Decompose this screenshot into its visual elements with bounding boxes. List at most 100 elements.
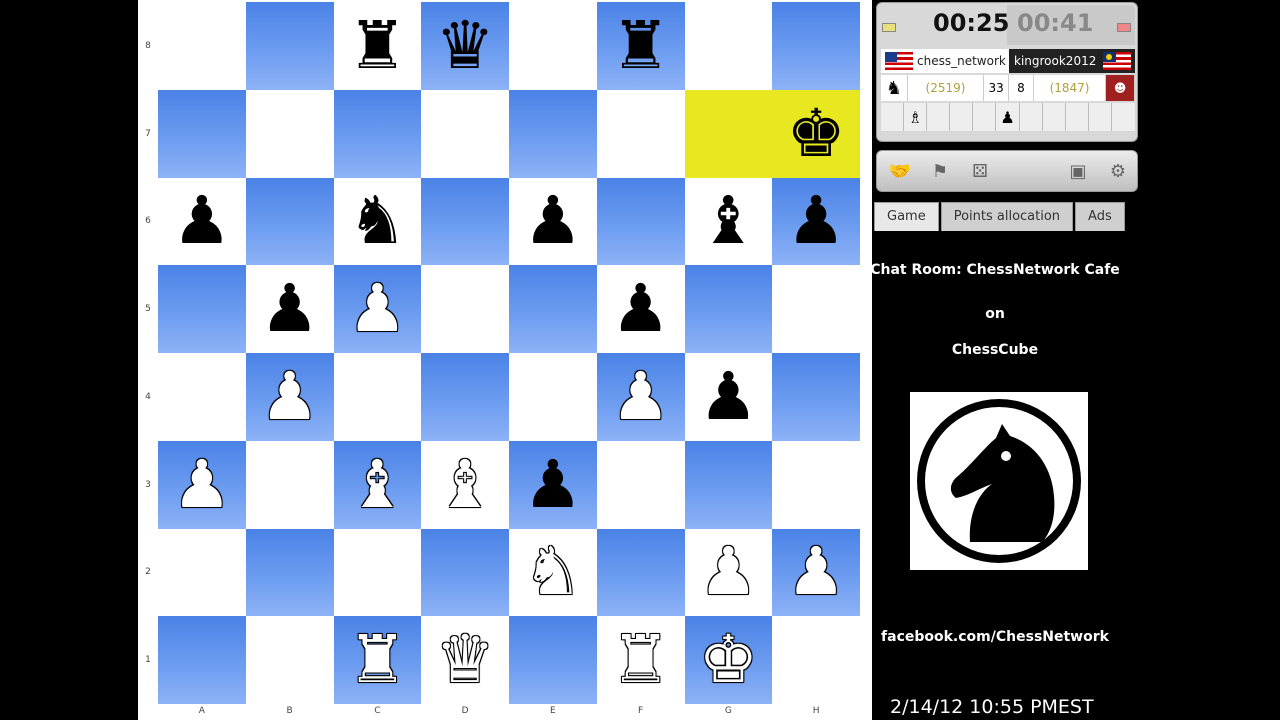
square-h6[interactable]: ♟ <box>772 177 860 266</box>
tab-ads[interactable]: Ads <box>1075 202 1125 231</box>
white-king-icon[interactable]: ♚ <box>699 627 758 693</box>
square-d6[interactable] <box>421 177 509 266</box>
square-c3[interactable]: ♝ <box>333 440 422 529</box>
square-g4[interactable]: ♟ <box>684 353 773 441</box>
square-a2[interactable] <box>158 528 246 617</box>
white-bishop-icon[interactable]: ♝ <box>436 451 495 518</box>
square-a6[interactable]: ♟ <box>158 177 246 266</box>
white-pawn-icon[interactable]: ♟ <box>348 276 407 342</box>
square-a1[interactable] <box>158 616 246 704</box>
square-g6[interactable]: ♝ <box>684 177 773 266</box>
square-h2[interactable]: ♟ <box>772 528 860 617</box>
black-pawn-icon[interactable]: ♟ <box>172 188 231 254</box>
square-e2[interactable]: ♞ <box>509 528 597 617</box>
square-e4[interactable] <box>509 353 597 441</box>
square-c1[interactable]: ♜ <box>333 616 422 704</box>
square-f4[interactable]: ♟ <box>596 353 685 441</box>
square-g2[interactable]: ♟ <box>684 528 773 617</box>
square-b7[interactable] <box>245 89 334 178</box>
square-b5[interactable]: ♟ <box>245 265 334 353</box>
black-king-icon[interactable]: ♚ <box>787 100 846 167</box>
black-pawn-icon[interactable]: ♟ <box>699 363 758 430</box>
square-g3[interactable] <box>684 440 773 529</box>
square-g1[interactable]: ♚ <box>684 616 773 704</box>
square-d1[interactable]: ♛ <box>421 616 509 704</box>
square-c7[interactable] <box>333 89 422 178</box>
square-a3[interactable]: ♟ <box>158 440 246 529</box>
square-d7[interactable] <box>421 89 509 178</box>
square-g5[interactable] <box>684 265 773 353</box>
white-rook-icon[interactable]: ♜ <box>348 627 407 693</box>
white-pawn-icon[interactable]: ♟ <box>260 363 319 430</box>
black-pawn-icon[interactable]: ♟ <box>787 188 846 254</box>
save-icon[interactable]: ▣ <box>1063 157 1093 185</box>
square-d4[interactable] <box>421 353 509 441</box>
square-e7[interactable] <box>509 89 597 178</box>
facebook-link[interactable]: facebook.com/ChessNetwork <box>870 629 1120 645</box>
resign-flag-icon[interactable]: ⚑ <box>925 157 955 185</box>
square-d5[interactable] <box>421 265 509 353</box>
square-c4[interactable] <box>333 353 422 441</box>
square-h3[interactable] <box>772 440 860 529</box>
square-g7[interactable] <box>684 89 773 178</box>
square-c6[interactable]: ♞ <box>333 177 422 266</box>
square-h8[interactable] <box>772 2 860 90</box>
white-rook-icon[interactable]: ♜ <box>611 627 670 693</box>
black-pawn-icon[interactable]: ♟ <box>611 276 670 342</box>
square-g8[interactable] <box>684 2 773 90</box>
tab-points-allocation[interactable]: Points allocation <box>940 202 1074 231</box>
square-e8[interactable] <box>509 2 597 90</box>
square-e3[interactable]: ♟ <box>509 440 597 529</box>
square-c5[interactable]: ♟ <box>333 265 422 353</box>
black-rook-icon[interactable]: ♜ <box>348 12 407 79</box>
square-b6[interactable] <box>245 177 334 266</box>
black-pawn-icon[interactable]: ♟ <box>523 188 582 254</box>
black-pawn-icon[interactable]: ♟ <box>260 276 319 342</box>
square-d3[interactable]: ♝ <box>421 440 509 529</box>
square-h7[interactable]: ♚ <box>772 89 860 178</box>
player-1-row[interactable]: chess_network <box>881 49 1009 73</box>
square-c2[interactable] <box>333 528 422 617</box>
square-b1[interactable] <box>245 616 334 704</box>
player-2-row[interactable]: kingrook2012 <box>1009 49 1135 73</box>
square-h1[interactable] <box>772 616 860 704</box>
gear-icon[interactable]: ⚙ <box>1103 157 1133 185</box>
square-a8[interactable] <box>158 2 246 90</box>
black-bishop-icon[interactable]: ♝ <box>699 188 758 254</box>
white-queen-icon[interactable]: ♛ <box>436 627 495 693</box>
white-pawn-icon[interactable]: ♟ <box>611 363 670 430</box>
square-f8[interactable]: ♜ <box>596 2 685 90</box>
white-pawn-icon[interactable]: ♟ <box>699 539 758 605</box>
black-pawn-icon[interactable]: ♟ <box>523 451 582 518</box>
tab-game[interactable]: Game <box>874 202 939 231</box>
square-f5[interactable]: ♟ <box>596 265 685 353</box>
chess-board[interactable]: ♜ ♛ ♜ ♚ ♟ ♞ ♟ ♝ ♟ ♟ ♟ ♟ ♟ ♟ ♟ ♟ ♝ ♝ ♟ ♞ ♟ ♟ ♜ ♛ ♜ ♚ <box>158 2 860 704</box>
black-queen-icon[interactable]: ♛ <box>436 12 495 79</box>
square-b4[interactable]: ♟ <box>245 353 334 441</box>
square-h4[interactable] <box>772 353 860 441</box>
black-knight-icon[interactable]: ♞ <box>348 188 407 254</box>
square-h5[interactable] <box>772 265 860 353</box>
square-b2[interactable] <box>245 528 334 617</box>
handshake-icon[interactable]: 🤝 <box>885 157 915 185</box>
square-a5[interactable] <box>158 265 246 353</box>
dice-icon[interactable]: ⚄ <box>965 157 995 185</box>
white-pawn-icon[interactable]: ♟ <box>172 451 231 518</box>
black-rook-icon[interactable]: ♜ <box>611 12 670 79</box>
square-b3[interactable] <box>245 440 334 529</box>
square-e5[interactable] <box>509 265 597 353</box>
square-f3[interactable] <box>596 440 685 529</box>
square-a4[interactable] <box>158 353 246 441</box>
white-pawn-icon[interactable]: ♟ <box>787 539 846 605</box>
square-f2[interactable] <box>596 528 685 617</box>
square-a7[interactable] <box>158 89 246 178</box>
square-f6[interactable] <box>596 177 685 266</box>
square-b8[interactable] <box>245 2 334 90</box>
square-d2[interactable] <box>421 528 509 617</box>
square-d8[interactable]: ♛ <box>421 2 509 90</box>
square-e1[interactable] <box>509 616 597 704</box>
square-c8[interactable]: ♜ <box>333 2 422 90</box>
white-bishop-icon[interactable]: ♝ <box>348 451 407 518</box>
square-e6[interactable]: ♟ <box>509 177 597 266</box>
square-f7[interactable] <box>596 89 685 178</box>
